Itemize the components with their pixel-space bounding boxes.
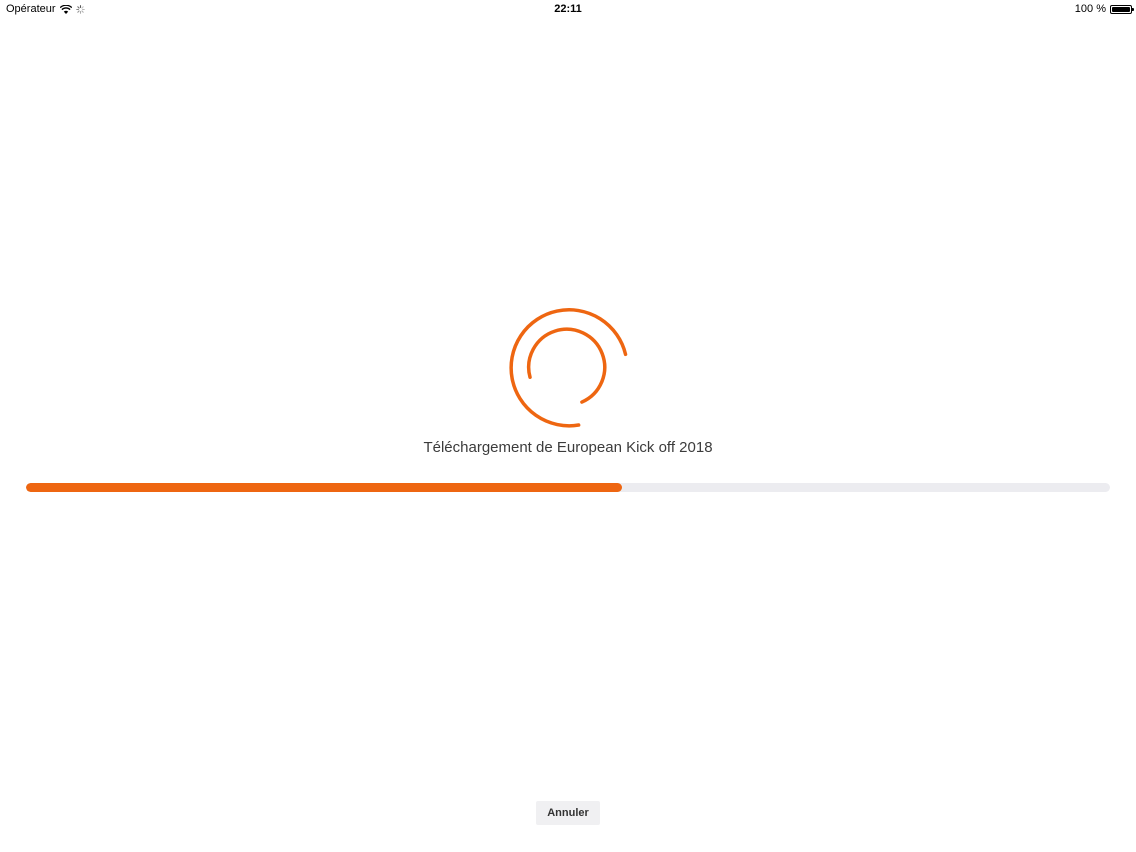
status-right: 100 % bbox=[1074, 3, 1134, 15]
status-time: 22:11 bbox=[554, 3, 582, 15]
battery-tip bbox=[1132, 7, 1134, 11]
download-progress-bar bbox=[26, 483, 1110, 492]
loading-spinner-icon bbox=[506, 306, 630, 430]
battery-percent: 100 % bbox=[1074, 3, 1106, 15]
battery-fill bbox=[1112, 6, 1130, 12]
download-label: Téléchargement de European Kick off 2018 bbox=[423, 439, 713, 456]
status-bar: Opérateur 22:11 100 % bbox=[0, 0, 1136, 18]
progress-fill bbox=[26, 483, 623, 492]
battery-icon bbox=[1110, 4, 1134, 14]
spinner-inner-arc bbox=[526, 327, 607, 404]
cancel-button[interactable]: Annuler bbox=[536, 801, 600, 825]
